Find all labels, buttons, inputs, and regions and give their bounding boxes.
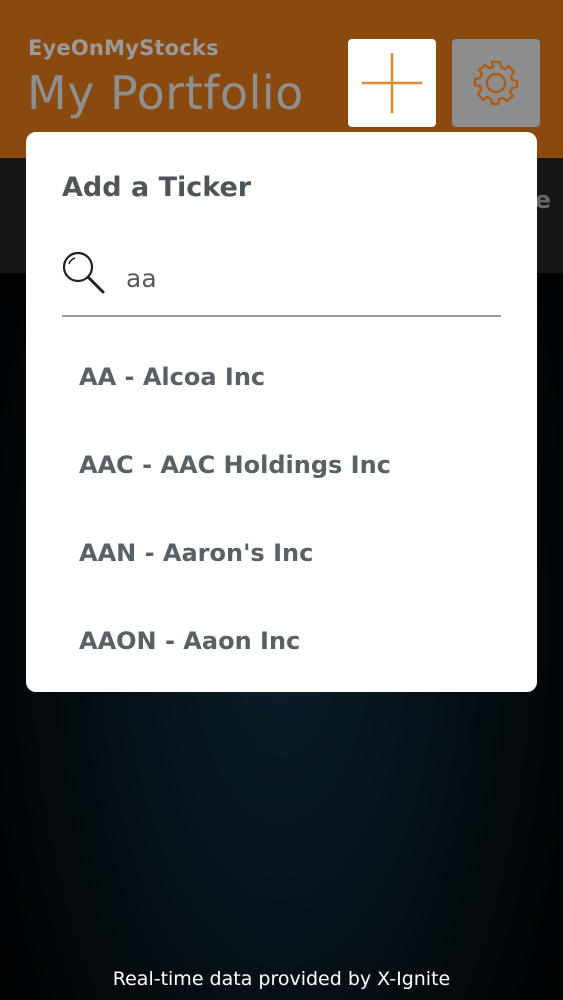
page-title: My Portfolio — [27, 66, 304, 120]
search-icon — [62, 251, 105, 294]
ticker-result-item[interactable]: AAN - Aaron's Inc — [26, 513, 537, 593]
app-name: EyeOnMyStocks — [28, 36, 219, 60]
ticker-result-item[interactable]: AAON - Aaon Inc — [26, 601, 537, 681]
ticker-search-input[interactable] — [126, 258, 496, 298]
settings-button[interactable] — [452, 39, 540, 127]
add-ticker-button[interactable] — [348, 39, 436, 127]
search-underline — [62, 315, 501, 317]
ticker-result-item[interactable]: AAC - AAC Holdings Inc — [26, 425, 537, 505]
data-attribution: Real-time data provided by X-Ignite — [112, 968, 451, 990]
plus-icon — [362, 53, 422, 113]
modal-title: Add a Ticker — [62, 172, 252, 203]
gear-icon — [473, 60, 519, 106]
ticker-result-item[interactable]: AA - Alcoa Inc — [26, 337, 537, 417]
add-ticker-modal: Add a Ticker AA - Alcoa Inc AAC - AAC Ho… — [26, 132, 537, 692]
